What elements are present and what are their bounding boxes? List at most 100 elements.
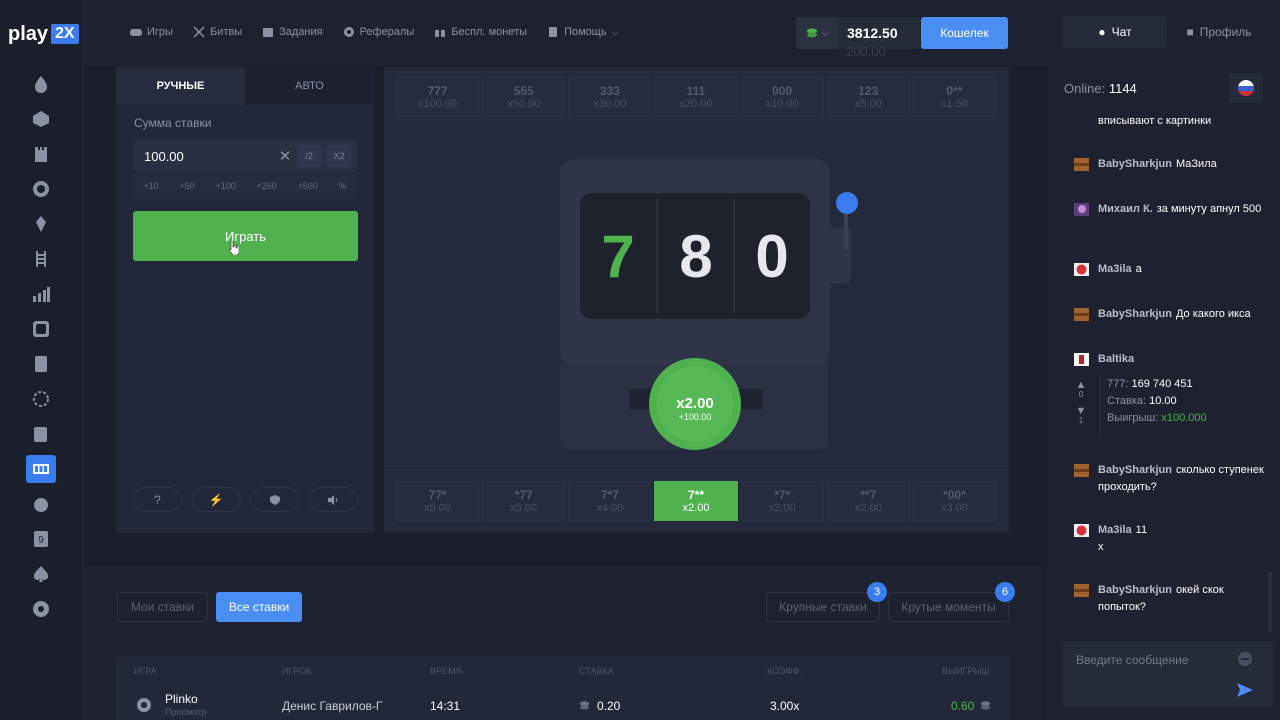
nav-help[interactable]: Помощь ⌵ [547, 26, 618, 38]
row-game-sub: Просмотр [165, 707, 207, 717]
bet-amount-value[interactable]: 100.00 [133, 149, 273, 164]
tower-game-icon[interactable] [26, 140, 56, 168]
avatar[interactable] [1074, 203, 1089, 216]
nav-battles[interactable]: Битвы [193, 26, 242, 38]
play-button[interactable]: Играть [133, 211, 358, 261]
message-user[interactable]: BabySharkjun [1098, 464, 1172, 476]
table-row[interactable]: Plinko Просмотр Денис Гаврилов-Г 14:31 0… [116, 689, 1009, 719]
chat-input[interactable]: Введите сообщение [1063, 641, 1273, 707]
message-user[interactable]: BabySharkjun [1098, 308, 1172, 320]
chat-message: BabySharkjun МаЗила [1098, 156, 1266, 173]
chevron-down-icon: ⌵ [821, 27, 829, 38]
reel-1: 7 [601, 223, 634, 290]
currency-selector[interactable]: ⌵ [796, 17, 838, 49]
online-count: 1144 [1108, 81, 1137, 96]
nav-games[interactable]: Игры [130, 26, 173, 38]
drop-game-icon[interactable] [26, 490, 56, 518]
online-counter: Online: 1144 [1064, 81, 1137, 96]
shared-bet-card[interactable]: 777: 169 740 451 Ставка: 10.00 Выигрыш: … [1100, 376, 1255, 436]
tab-profile-label: Профиль [1199, 25, 1252, 39]
cool-moments-button[interactable]: Крутые моменты [888, 592, 1009, 622]
cool-moments-count: 6 [995, 582, 1015, 602]
payout-combo: 7** [687, 488, 704, 502]
thumb-up-icon[interactable]: ▲ [1074, 380, 1088, 391]
gamepad-icon [130, 29, 142, 36]
card-game-icon[interactable] [26, 210, 56, 238]
message-user[interactable]: Ma3ila [1098, 263, 1132, 275]
balance-value: 3812.50 [847, 25, 898, 41]
bottom-payout-row: 77* x5.00 *77 x5.00 7*7 x4.00 7** x2.00 *7* x… [396, 481, 996, 521]
crash-game-icon[interactable] [26, 70, 56, 98]
avatar[interactable] [1074, 524, 1089, 537]
quick-percent[interactable]: % [339, 181, 347, 191]
chat-scrollbar[interactable] [1268, 572, 1272, 632]
blackjack-game-icon[interactable] [26, 420, 56, 448]
hilo-game-icon[interactable] [26, 350, 56, 378]
thumb-down-icon[interactable]: ▼ [1074, 406, 1088, 417]
quick-add-500[interactable]: +500 [298, 181, 318, 191]
avatar[interactable] [1074, 353, 1089, 366]
nav-free-coins[interactable]: Беспл. монеты [434, 26, 527, 38]
big-bets-button[interactable]: Крупные ставки [766, 592, 880, 622]
slots-game-icon[interactable] [26, 455, 56, 483]
avatar[interactable] [1074, 308, 1089, 321]
ladder-game-icon[interactable] [26, 245, 56, 273]
share-win-line: Выигрыш: x100.000 [1107, 410, 1255, 427]
logo[interactable]: play 2X [8, 22, 79, 46]
help-icon[interactable]: ? [133, 487, 182, 512]
share-combo-line: 777: 169 740 451 [1107, 376, 1255, 393]
share-combo-value: 169 740 451 [1131, 378, 1193, 390]
message-user[interactable]: BabySharkjun [1098, 584, 1172, 596]
dice-game-icon[interactable] [26, 105, 56, 133]
tab-auto[interactable]: АВТО [245, 67, 374, 105]
message-user[interactable]: Михаил К. [1098, 203, 1153, 215]
emoji-icon[interactable] [1237, 651, 1253, 667]
avatar[interactable] [1074, 158, 1089, 171]
tab-chat-label: Чат [1111, 25, 1132, 39]
wheel-game-icon[interactable] [26, 595, 56, 623]
quick-add-50[interactable]: +50 [179, 181, 194, 191]
circle-game-icon[interactable] [26, 385, 56, 413]
payout-multiplier: x2.00 [768, 502, 796, 514]
bet-amount-field[interactable]: 100.00 ✕ /2 X2 [133, 140, 357, 172]
sound-icon[interactable] [308, 487, 358, 512]
payout-multiplier: x4.00 [596, 502, 624, 514]
chat-tabs: ● Чат ■ Профиль [1063, 16, 1271, 48]
bet-panel: РУЧНЫЕ АВТО Сумма ставки 100.00 ✕ /2 X2 … [116, 67, 374, 533]
swords-icon [193, 26, 205, 38]
lightning-icon[interactable]: ⚡ [191, 487, 241, 512]
number-game-icon[interactable]: 9 [26, 525, 56, 553]
message-user[interactable]: BabySharkjun [1098, 158, 1172, 170]
tab-manual[interactable]: РУЧНЫЕ [116, 67, 245, 105]
nav-tasks[interactable]: Задания [262, 26, 323, 38]
chat-message: Baltika [1098, 351, 1266, 368]
shield-icon[interactable] [250, 487, 300, 512]
stats-game-icon[interactable] [26, 280, 56, 308]
avatar[interactable] [1074, 263, 1089, 276]
all-bets-button[interactable]: Все ставки [216, 592, 302, 622]
half-button[interactable]: /2 [297, 145, 321, 167]
poker-game-icon[interactable] [26, 560, 56, 588]
avatar[interactable] [1074, 584, 1089, 597]
double-button[interactable]: X2 [327, 145, 351, 167]
nav-referrals[interactable]: Рефералы [343, 26, 414, 38]
message-user[interactable]: Baltika [1098, 353, 1134, 365]
language-selector[interactable] [1229, 73, 1263, 103]
avatar[interactable] [1074, 464, 1089, 477]
lever-knob[interactable] [836, 192, 858, 214]
quick-add-100[interactable]: +100 [215, 181, 235, 191]
roulette-game-icon[interactable] [26, 175, 56, 203]
clear-icon[interactable]: ✕ [273, 147, 297, 165]
message-user[interactable]: Ma3ila [1098, 524, 1132, 536]
send-icon[interactable] [1237, 683, 1253, 697]
my-bets-button[interactable]: Мои ставки [117, 592, 208, 622]
win-amount: +100.00 [679, 412, 712, 422]
gear-icon [343, 27, 354, 37]
wallet-button[interactable]: Кошелек [921, 17, 1008, 49]
tab-chat[interactable]: ● Чат [1063, 16, 1167, 48]
quick-add-10[interactable]: +10 [143, 181, 158, 191]
message-text: а [1135, 263, 1142, 275]
keno-game-icon[interactable] [26, 315, 56, 343]
quick-add-250[interactable]: +250 [256, 181, 276, 191]
tab-profile[interactable]: ■ Профиль [1167, 16, 1271, 48]
